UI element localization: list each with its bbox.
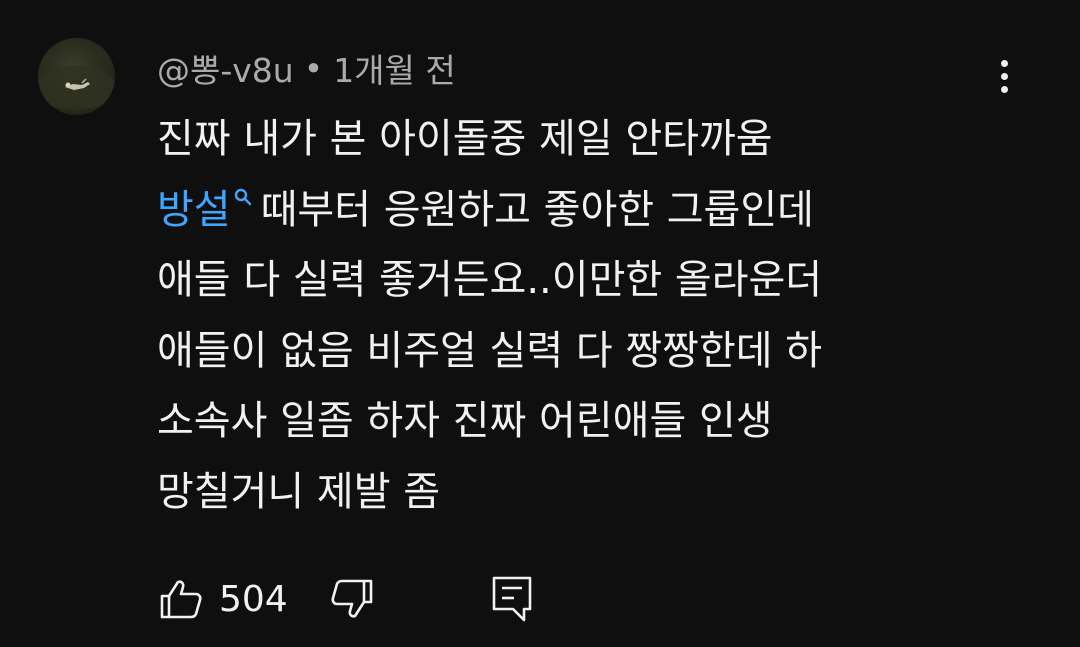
comment-actions: 504 <box>157 572 536 626</box>
avatar[interactable] <box>38 38 115 115</box>
hashtag-link[interactable]: 방설 <box>157 187 231 233</box>
thumbs-down-icon <box>331 579 373 618</box>
like-button[interactable] <box>157 575 205 623</box>
search-icon <box>234 188 251 205</box>
comment-line: 진짜 내가 본 아이돌중 제일 안타까움 <box>157 116 773 162</box>
more-vertical-icon-dot <box>1000 85 1008 93</box>
comment-line: 망칠거니 제발 좀 <box>157 468 441 515</box>
comment-line: 애들이 없음 비주얼 실력 다 짱짱한데 하 <box>157 327 823 374</box>
comment-line: 방설 때부터 응원하고 좋아한 그룹인데 <box>157 175 977 246</box>
author-name[interactable]: @뽕-v8u <box>157 44 294 92</box>
more-vertical-icon-dot <box>1000 72 1008 80</box>
comment-line: 소속사 일좀 하자 진짜 어린애들 인생 <box>157 398 773 444</box>
reply-button[interactable] <box>488 575 536 623</box>
thumbs-up-icon <box>160 580 202 619</box>
comment-text: 진짜 내가 본 아이돌중 제일 안타까움 방설 때부터 응원하고 좋아한 그룹인데… <box>157 104 977 527</box>
more-options-button[interactable] <box>986 52 1022 100</box>
dislike-button[interactable] <box>328 575 376 623</box>
like-count: 504 <box>219 578 288 620</box>
reply-comment-icon <box>492 576 532 622</box>
comment-card: @뽕-v8u • 1개월 전 진짜 내가 본 아이돌중 제일 안타까움 방설 때부… <box>0 0 1080 647</box>
avatar-image <box>38 66 115 110</box>
more-vertical-icon <box>1000 59 1008 67</box>
comment-line-text: 때부터 응원하고 좋아한 그룹인데 <box>260 186 814 233</box>
comment-header: @뽕-v8u • 1개월 전 <box>157 44 456 92</box>
meta-separator: • <box>303 48 324 88</box>
comment-line: 애들 다 실력 좋거든요..이만한 올라운더 <box>157 257 823 303</box>
comment-timestamp[interactable]: 1개월 전 <box>333 44 456 92</box>
